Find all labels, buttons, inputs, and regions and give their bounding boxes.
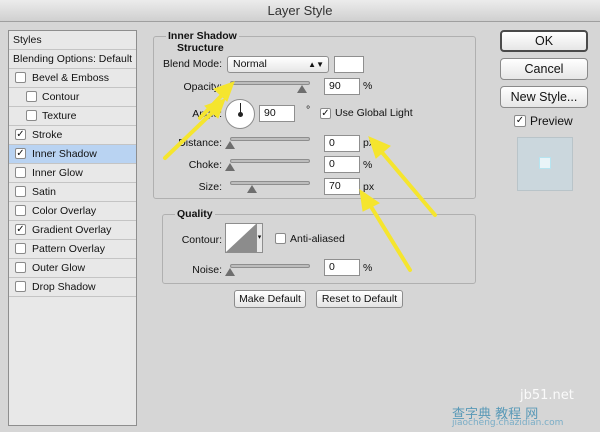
choke-slider-thumb[interactable]	[225, 163, 235, 171]
structure-title: Structure	[175, 42, 226, 54]
shadow-color-swatch[interactable]	[334, 56, 364, 73]
preview-label: Preview	[530, 114, 573, 128]
texture-label: Texture	[42, 110, 77, 122]
sidebar-item-contour[interactable]: Contour	[9, 88, 136, 107]
contour-curve-icon	[226, 224, 256, 252]
anti-aliased-label: Anti-aliased	[290, 233, 345, 245]
pattern-overlay-checkbox[interactable]	[15, 243, 26, 254]
angle-dial-icon[interactable]	[225, 99, 255, 129]
contour-label: Contour	[42, 91, 80, 103]
distance-input[interactable]: 0	[324, 135, 360, 152]
choke-slider[interactable]	[230, 159, 310, 163]
contour-picker[interactable]	[225, 223, 257, 253]
inner-shadow-label: Inner Shadow	[32, 148, 97, 160]
make-default-button[interactable]: Make Default	[234, 290, 306, 308]
styles-header[interactable]: Styles	[9, 31, 136, 50]
styles-header-label: Styles	[13, 34, 42, 46]
noise-slider[interactable]	[230, 264, 310, 268]
size-label: Size:	[198, 181, 222, 193]
choke-input[interactable]: 0	[324, 156, 360, 173]
size-unit: px	[363, 181, 375, 193]
choke-label: Choke:	[188, 159, 222, 171]
sidebar-item-pattern-overlay[interactable]: Pattern Overlay	[9, 240, 136, 259]
watermark-domain: jiaocheng.chazidian.com	[452, 418, 564, 428]
noise-slider-thumb[interactable]	[225, 268, 235, 276]
noise-label: Noise:	[192, 264, 222, 276]
angle-input[interactable]: 90	[259, 105, 295, 122]
use-global-light-label: Use Global Light	[335, 107, 413, 119]
reset-to-default-button[interactable]: Reset to Default	[316, 290, 403, 308]
choke-unit: %	[363, 159, 373, 171]
distance-unit: px	[363, 137, 375, 149]
sidebar-item-stroke[interactable]: ✓ Stroke	[9, 126, 136, 145]
cancel-button[interactable]: Cancel	[500, 58, 588, 80]
sidebar-item-bevel-emboss[interactable]: Bevel & Emboss	[9, 69, 136, 88]
sidebar-item-satin[interactable]: Satin	[9, 183, 136, 202]
outer-glow-checkbox[interactable]	[15, 262, 26, 273]
noise-input[interactable]: 0	[324, 259, 360, 276]
blending-options-label: Blending Options: Default	[13, 53, 133, 65]
angle-label: Angle:	[192, 108, 222, 120]
watermark-site: jb51.net	[520, 388, 574, 403]
opacity-input[interactable]: 90	[324, 78, 360, 95]
opacity-unit: %	[363, 80, 373, 92]
layer-style-dialog: Layer Style Styles Blending Options: Def…	[0, 0, 600, 432]
outer-glow-label: Outer Glow	[32, 262, 86, 274]
preview-checkbox[interactable]: ✓	[514, 115, 526, 127]
sidebar-item-inner-glow[interactable]: Inner Glow	[9, 164, 136, 183]
pattern-overlay-label: Pattern Overlay	[32, 243, 105, 255]
use-global-light-checkbox[interactable]: ✓	[320, 108, 331, 119]
opacity-label: Opacity:	[183, 81, 222, 93]
satin-checkbox[interactable]	[15, 186, 26, 197]
bevel-emboss-checkbox[interactable]	[15, 72, 26, 83]
blend-mode-dropdown[interactable]: Normal ▲▼	[227, 56, 329, 73]
ok-button[interactable]: OK	[500, 30, 588, 52]
style-preview-thumbnail	[517, 137, 573, 191]
size-slider-thumb[interactable]	[247, 185, 258, 193]
dropdown-arrows-icon: ▲▼	[308, 60, 324, 69]
size-input[interactable]: 70	[324, 178, 360, 195]
satin-label: Satin	[32, 186, 56, 198]
anti-aliased-checkbox[interactable]	[275, 233, 286, 244]
inner-glow-checkbox[interactable]	[15, 167, 26, 178]
inner-glow-label: Inner Glow	[32, 167, 83, 179]
sidebar-item-texture[interactable]: Texture	[9, 107, 136, 126]
inner-shadow-checkbox[interactable]: ✓	[15, 148, 26, 159]
gradient-overlay-checkbox[interactable]: ✓	[15, 224, 26, 235]
quality-title: Quality	[175, 208, 215, 220]
opacity-slider-thumb[interactable]	[297, 85, 307, 93]
distance-slider-thumb[interactable]	[225, 141, 235, 149]
size-slider[interactable]	[230, 181, 310, 185]
drop-shadow-checkbox[interactable]	[15, 281, 26, 292]
distance-slider[interactable]	[230, 137, 310, 141]
sidebar-item-color-overlay[interactable]: Color Overlay	[9, 202, 136, 221]
blending-options-item[interactable]: Blending Options: Default	[9, 50, 136, 69]
styles-list: Styles Blending Options: Default Bevel &…	[8, 30, 137, 426]
stroke-label: Stroke	[32, 129, 63, 141]
noise-unit: %	[363, 262, 373, 274]
stroke-checkbox[interactable]: ✓	[15, 129, 26, 140]
window-title: Layer Style	[0, 0, 600, 22]
sidebar-item-outer-glow[interactable]: Outer Glow	[9, 259, 136, 278]
contour-checkbox[interactable]	[26, 91, 37, 102]
gradient-overlay-label: Gradient Overlay	[32, 224, 112, 236]
sidebar-item-inner-shadow[interactable]: ✓ Inner Shadow	[9, 145, 136, 164]
contour-label: Contour:	[181, 234, 222, 246]
sidebar-item-gradient-overlay[interactable]: ✓ Gradient Overlay	[9, 221, 136, 240]
color-overlay-checkbox[interactable]	[15, 205, 26, 216]
color-overlay-label: Color Overlay	[32, 205, 97, 217]
inner-shadow-title: Inner Shadow	[166, 30, 239, 42]
drop-shadow-label: Drop Shadow	[32, 281, 96, 293]
blend-mode-label: Blend Mode:	[163, 58, 222, 70]
blend-mode-value: Normal	[233, 58, 267, 70]
new-style-button[interactable]: New Style...	[500, 86, 588, 108]
distance-label: Distance:	[178, 137, 222, 149]
sidebar-item-drop-shadow[interactable]: Drop Shadow	[9, 278, 136, 297]
bevel-emboss-label: Bevel & Emboss	[32, 72, 110, 84]
contour-dropdown-arrow-icon[interactable]: ▾	[257, 223, 263, 253]
texture-checkbox[interactable]	[26, 110, 37, 121]
angle-unit: °	[306, 104, 311, 116]
